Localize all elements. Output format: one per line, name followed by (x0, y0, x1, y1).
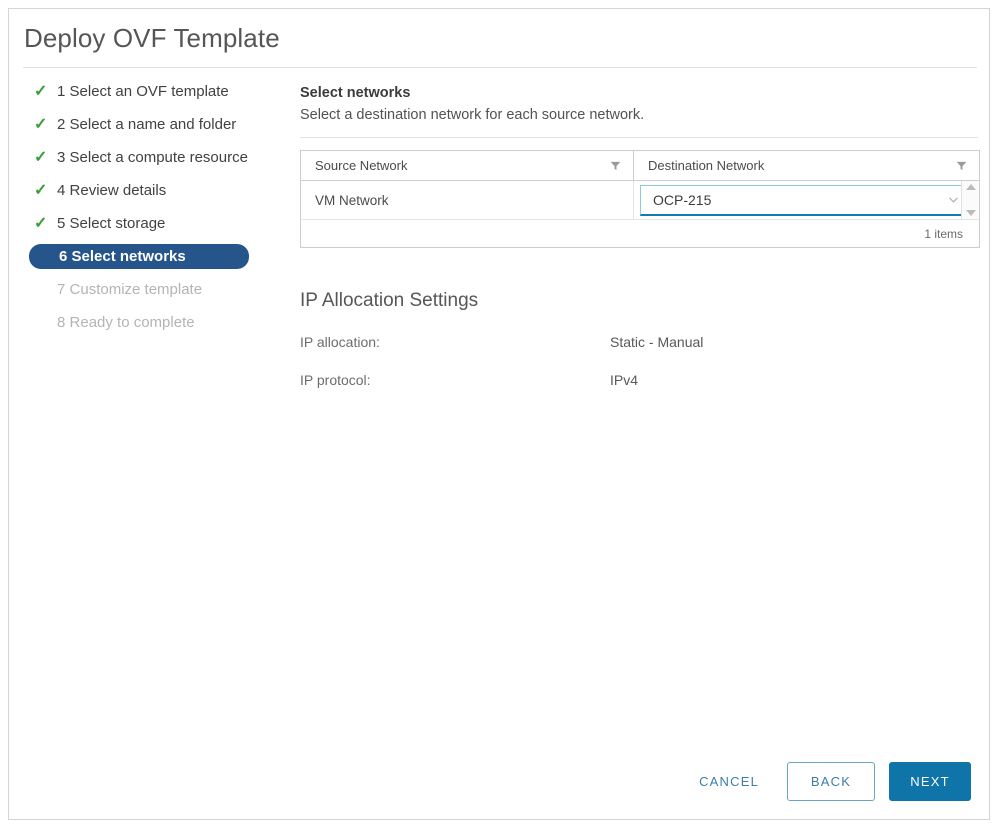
sidebar-step-7: 7 Customize template (29, 277, 291, 302)
sidebar-step-3[interactable]: ✓ 3 Select a compute resource (29, 145, 291, 170)
destination-network-select[interactable]: OCP-215 (640, 184, 971, 216)
sidebar-step-1-label: Select an OVF template (69, 83, 229, 100)
sidebar-step-7-number: 7 (57, 281, 66, 298)
sidebar-step-5[interactable]: ✓ 5 Select storage (29, 211, 291, 236)
wizard-step-list: ✓ 1 Select an OVF template ✓ 2 Select a … (29, 79, 291, 343)
ip-allocation-title: IP Allocation Settings (300, 290, 479, 311)
check-icon: ✓ (34, 215, 48, 232)
content-divider (300, 137, 978, 138)
deploy-ovf-dialog: Deploy OVF Template ✓ 1 Select an OVF te… (8, 8, 990, 820)
check-icon: ✓ (34, 149, 48, 166)
cancel-button[interactable]: CANCEL (685, 764, 773, 799)
filter-funnel-icon[interactable] (610, 160, 621, 171)
ip-allocation-label: IP allocation: (300, 334, 380, 350)
sidebar-step-1[interactable]: ✓ 1 Select an OVF template (29, 79, 291, 104)
sidebar-step-3-label: Select a compute resource (69, 149, 248, 166)
cell-source-network: VM Network (301, 181, 634, 219)
chevron-down-icon[interactable] (947, 193, 960, 206)
destination-network-select-value: OCP-215 (653, 191, 712, 208)
sidebar-step-6-number: 6 (59, 248, 68, 265)
column-header-source-network[interactable]: Source Network (301, 151, 634, 180)
sidebar-step-8-label: Ready to complete (69, 314, 195, 331)
check-icon: ✓ (34, 182, 48, 199)
table-row: VM Network OCP-215 (301, 181, 979, 220)
column-header-destination-network-label: Destination Network (648, 158, 765, 173)
ip-protocol-row: IP protocol: IPv4 (300, 372, 980, 388)
sidebar-step-4-number: 4 (57, 182, 66, 199)
back-button[interactable]: BACK (787, 762, 875, 801)
sidebar-step-3-number: 3 (57, 149, 66, 166)
grid-header-row: Source Network Destination Network (301, 151, 979, 181)
check-icon: ✓ (34, 116, 48, 133)
sidebar-step-5-label: Select storage (69, 215, 166, 232)
grid-scrollbar[interactable] (961, 181, 979, 219)
sidebar-step-5-number: 5 (57, 215, 66, 232)
ip-allocation-value: Static - Manual (610, 334, 704, 350)
next-button[interactable]: NEXT (889, 762, 971, 801)
ip-allocation-section: IP Allocation Settings IP allocation: St… (300, 290, 980, 388)
dialog-footer: CANCEL BACK NEXT (685, 762, 971, 801)
ip-allocation-row: IP allocation: Static - Manual (300, 334, 980, 350)
sidebar-step-8-number: 8 (57, 314, 66, 331)
page-title: Deploy OVF Template (24, 23, 280, 53)
grid-item-count: 1 items (924, 226, 963, 241)
section-heading: Select networks (300, 85, 411, 101)
ip-protocol-label: IP protocol: (300, 372, 371, 388)
sidebar-step-2-number: 2 (57, 116, 66, 133)
column-header-destination-network[interactable]: Destination Network (634, 151, 979, 180)
network-mapping-grid: Source Network Destination Network VM Ne… (300, 150, 980, 248)
dialog-title-bar: Deploy OVF Template (9, 9, 989, 66)
sidebar-step-6[interactable]: 6 Select networks (29, 244, 249, 269)
sidebar-step-1-number: 1 (57, 83, 66, 100)
filter-funnel-icon[interactable] (956, 160, 967, 171)
grid-footer: 1 items (301, 220, 979, 247)
triangle-up-icon[interactable] (965, 184, 976, 190)
ip-protocol-value: IPv4 (610, 372, 639, 388)
column-header-source-network-label: Source Network (315, 158, 408, 173)
main-content: Select networks Select a destination net… (300, 85, 980, 410)
section-subheading: Select a destination network for each so… (300, 107, 645, 123)
cell-destination-network: OCP-215 (634, 181, 979, 219)
sidebar-step-7-label: Customize template (69, 281, 203, 298)
title-divider (23, 67, 977, 68)
triangle-down-icon[interactable] (965, 210, 976, 216)
check-icon: ✓ (34, 83, 48, 100)
sidebar-step-2-label: Select a name and folder (69, 116, 237, 133)
sidebar-step-8: 8 Ready to complete (29, 310, 291, 335)
sidebar-step-4-label: Review details (69, 182, 167, 199)
sidebar-step-4[interactable]: ✓ 4 Review details (29, 178, 291, 203)
sidebar-step-2[interactable]: ✓ 2 Select a name and folder (29, 112, 291, 137)
sidebar-step-6-label: Select networks (71, 248, 186, 265)
